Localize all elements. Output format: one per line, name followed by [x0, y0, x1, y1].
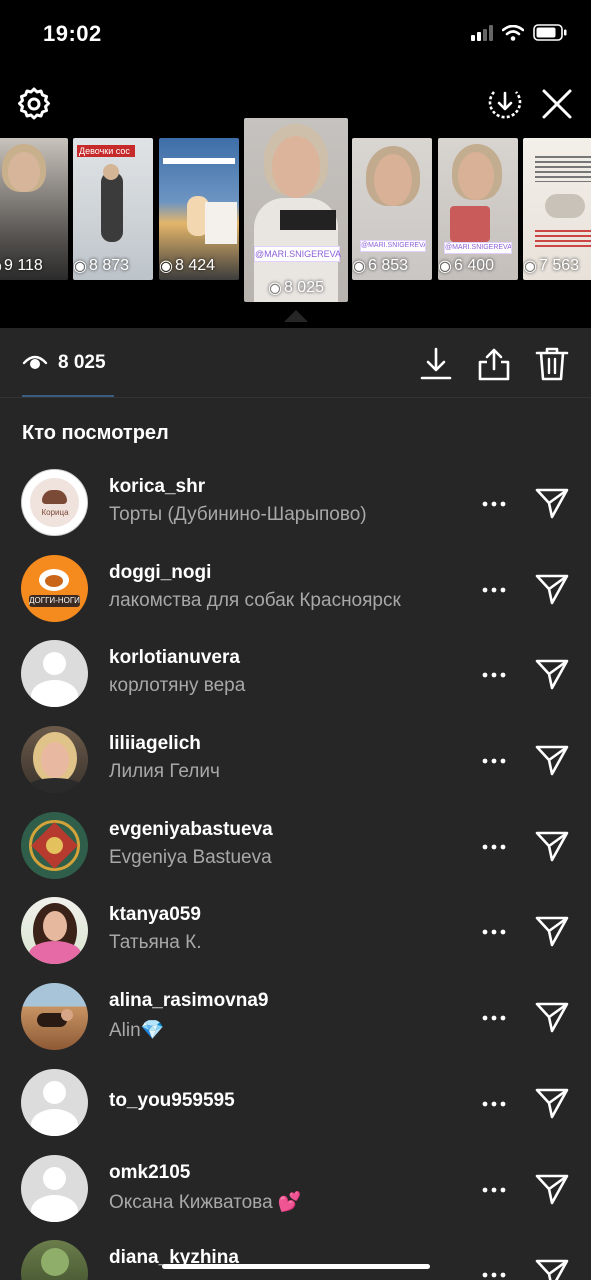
divider: [0, 397, 591, 398]
story-view-count: ◉9 118: [0, 257, 43, 275]
more-icon[interactable]: [482, 578, 506, 602]
viewer-row[interactable]: evgeniyabastueva Evgeniya Bastueva: [0, 805, 591, 891]
viewer-fullname: Оксана Кижватова 💕: [109, 1191, 302, 1213]
send-icon[interactable]: [534, 570, 570, 606]
send-icon[interactable]: [534, 655, 570, 691]
viewers-panel: 8 025 Кто посмотрел Корица korica_shr То…: [0, 328, 591, 1280]
more-icon[interactable]: [482, 1092, 506, 1116]
send-icon[interactable]: [534, 1084, 570, 1120]
viewer-row[interactable]: omk2105 Оксана Кижватова 💕: [0, 1148, 591, 1234]
download-circle-icon[interactable]: [486, 84, 524, 122]
viewer-username[interactable]: to_you959595: [109, 1090, 235, 1112]
avatar[interactable]: [21, 811, 88, 879]
avatar[interactable]: [21, 1154, 88, 1222]
signal-icon: [471, 24, 493, 41]
avatar[interactable]: [21, 983, 88, 1051]
viewer-username[interactable]: doggi_nogi: [109, 562, 211, 584]
viewer-username[interactable]: korlotianuvera: [109, 647, 240, 669]
send-icon[interactable]: [534, 827, 570, 863]
home-indicator[interactable]: [162, 1264, 430, 1269]
viewer-row[interactable]: Корица korica_shr Торты (Дубинино-Шарыпо…: [0, 462, 591, 548]
status-time: 19:02: [43, 21, 102, 46]
story-thumbnail[interactable]: ◉ 8 424: [159, 138, 239, 280]
send-icon[interactable]: [534, 484, 570, 520]
viewer-row[interactable]: alina_rasimovna9 Alin💎: [0, 976, 591, 1062]
avatar[interactable]: [21, 1068, 88, 1136]
story-thumbnail[interactable]: ◉ 7 563: [523, 138, 591, 280]
more-icon[interactable]: [482, 835, 506, 859]
viewer-username[interactable]: liliiagelich: [109, 733, 201, 755]
more-icon[interactable]: [482, 749, 506, 773]
viewer-row[interactable]: diana_kyzhina: [0, 1233, 591, 1280]
gear-icon[interactable]: [16, 86, 52, 122]
viewer-row[interactable]: ДОГГИ-НОГИ doggi_nogi лакомства для соба…: [0, 548, 591, 634]
share-icon[interactable]: [477, 346, 511, 382]
wifi-icon: [502, 24, 524, 41]
eye-icon: [22, 355, 48, 369]
section-title: Кто посмотрел: [22, 422, 169, 444]
viewer-fullname: корлотяну вера: [109, 675, 246, 697]
viewer-username[interactable]: ktanya059: [109, 904, 201, 926]
story-thumbnail[interactable]: @MARI.SNIGEREVA ◉ 6 400: [438, 138, 518, 280]
avatar[interactable]: Корица: [21, 469, 88, 536]
avatar[interactable]: [21, 897, 88, 965]
story-thumbnail[interactable]: ◉9 118: [0, 138, 68, 280]
more-icon[interactable]: [482, 1263, 506, 1280]
send-icon[interactable]: [534, 998, 570, 1034]
story-view-count: ◉ 8 025: [267, 279, 324, 297]
story-view-count: ◉ 8 424: [159, 257, 216, 275]
avatar[interactable]: [21, 640, 88, 708]
send-icon[interactable]: [534, 1255, 570, 1280]
viewers-list: Корица korica_shr Торты (Дубинино-Шарыпо…: [0, 462, 591, 1280]
viewer-fullname: Татьяна К.: [109, 932, 202, 954]
story-view-count: ◉ 6 853: [352, 257, 409, 275]
send-icon[interactable]: [534, 912, 570, 948]
avatar[interactable]: [21, 1240, 88, 1280]
avatar[interactable]: [21, 726, 88, 794]
viewer-username[interactable]: evgeniyabastueva: [109, 819, 273, 841]
avatar[interactable]: ДОГГИ-НОГИ: [21, 554, 88, 622]
story-view-count: ◉ 8 873: [73, 257, 130, 275]
close-icon[interactable]: [539, 86, 575, 122]
story-view-count: ◉ 6 400: [438, 257, 495, 275]
viewer-row[interactable]: liliiagelich Лилия Гелич: [0, 719, 591, 805]
viewer-fullname: Торты (Дубинино-Шарыпово): [109, 504, 367, 525]
send-icon[interactable]: [534, 741, 570, 777]
viewer-username[interactable]: alina_rasimovna9: [109, 990, 268, 1012]
more-icon[interactable]: [482, 1006, 506, 1030]
story-view-count: ◉ 7 563: [523, 257, 580, 275]
viewer-username[interactable]: korica_shr: [109, 476, 205, 498]
viewer-fullname: Лилия Гелич: [109, 761, 220, 783]
battery-icon: [533, 24, 567, 41]
status-bar: 19:02: [0, 0, 591, 70]
more-icon[interactable]: [482, 492, 506, 516]
viewer-fullname: Alin💎: [109, 1020, 165, 1042]
selected-pointer: [284, 310, 308, 322]
viewer-fullname: лакомства для собак Красноярск: [109, 589, 401, 611]
view-count: 8 025: [58, 352, 106, 373]
more-icon[interactable]: [482, 663, 506, 687]
viewer-row[interactable]: to_you959595: [0, 1062, 591, 1148]
more-icon[interactable]: [482, 1178, 506, 1202]
story-thumbnail-selected[interactable]: @MARI.SNIGEREVA ◉ 8 025: [244, 118, 348, 302]
viewer-row[interactable]: korlotianuvera корлотяну вера: [0, 633, 591, 719]
trash-icon[interactable]: [535, 346, 569, 382]
viewer-username[interactable]: omk2105: [109, 1162, 190, 1184]
viewer-row[interactable]: ktanya059 Татьяна К.: [0, 890, 591, 976]
download-icon[interactable]: [419, 346, 453, 382]
more-icon[interactable]: [482, 920, 506, 944]
story-thumbnail[interactable]: @MARI.SNIGEREVA ◉ 6 853: [352, 138, 432, 280]
send-icon[interactable]: [534, 1170, 570, 1206]
story-thumbnail[interactable]: Девочки сос ◉ 8 873: [73, 138, 153, 280]
views-row: 8 025: [0, 328, 591, 398]
story-strip: ◉9 118 Девочки сос ◉8 873 ◉8 424 @MARI.S…: [0, 118, 591, 328]
status-icons: [471, 24, 567, 41]
viewer-fullname: Evgeniya Bastueva: [109, 846, 272, 868]
